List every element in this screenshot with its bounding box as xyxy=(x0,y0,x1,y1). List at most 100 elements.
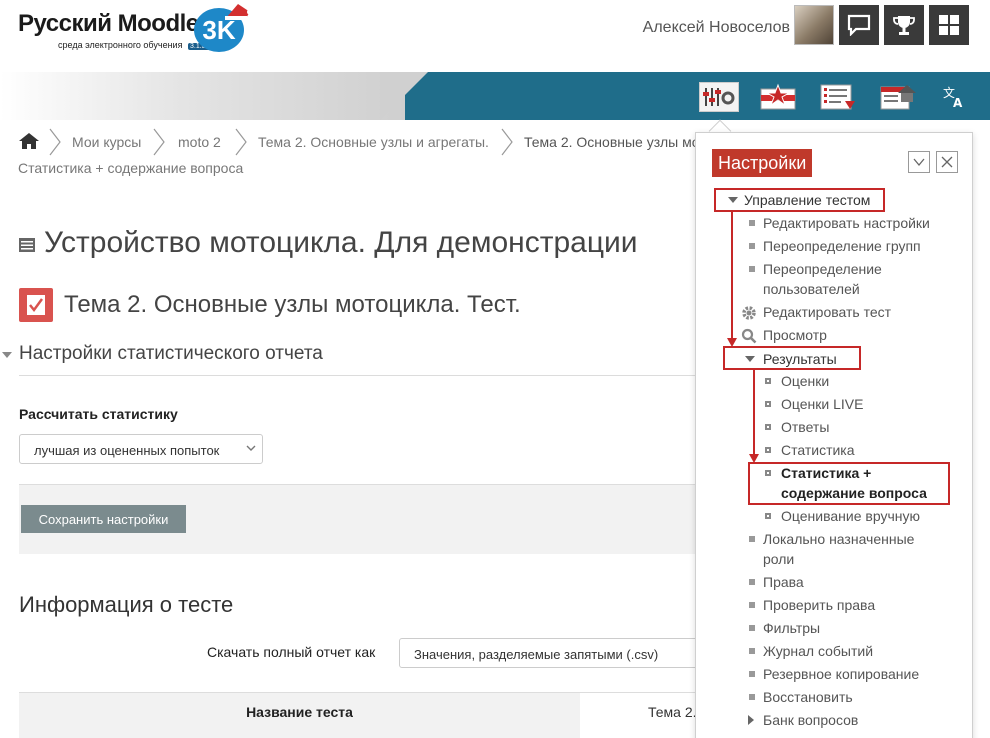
user-name[interactable]: Алексей Новоселов xyxy=(643,19,790,37)
quiz-info-table: Название теста Тема 2. xyxy=(19,692,699,738)
tree-group-overrides[interactable]: Переопределение групп xyxy=(763,236,921,256)
bullet-icon xyxy=(749,266,755,272)
chevron-down-icon xyxy=(913,158,925,167)
apps-grid-icon xyxy=(939,15,959,35)
bullet-icon xyxy=(749,671,755,677)
messages-button[interactable] xyxy=(839,5,879,45)
settings-sliders-icon xyxy=(703,88,735,106)
quiz-icon xyxy=(19,288,53,322)
tree-local-roles[interactable]: Локально назначенные xyxy=(763,529,914,549)
tree-responses[interactable]: Ответы xyxy=(781,417,829,437)
tree-local-roles-line2[interactable]: роли xyxy=(763,549,794,569)
breadcrumb-separator xyxy=(49,128,61,156)
breadcrumb-course[interactable]: moto 2 xyxy=(178,134,221,150)
popup-dock-button[interactable] xyxy=(908,151,930,173)
gear-icon xyxy=(742,306,756,320)
tree-check-permissions[interactable]: Проверить права xyxy=(763,595,875,615)
tree-grades-live[interactable]: Оценки LIVE xyxy=(781,394,863,414)
course-home-button[interactable] xyxy=(878,82,918,112)
highlight-quiz-administration xyxy=(714,188,885,212)
badges-button[interactable] xyxy=(758,82,798,112)
language-button[interactable]: 文 A xyxy=(934,82,974,112)
calculate-stats-label: Рассчитать статистику xyxy=(19,406,178,422)
tree-edit-quiz[interactable]: Редактировать тест xyxy=(763,302,891,322)
save-settings-button[interactable]: Сохранить настройки xyxy=(21,505,186,533)
bullet-icon xyxy=(749,220,755,226)
logo-subtitle: среда электронного обучения 3.1.3b xyxy=(58,40,212,50)
achievements-button[interactable] xyxy=(884,5,924,45)
download-format-select[interactable]: Значения, разделяемые запятыми (.csv) xyxy=(399,638,699,668)
bullet-icon xyxy=(749,579,755,585)
grades-button[interactable] xyxy=(818,82,858,112)
bullet-icon xyxy=(749,625,755,631)
translate-icon: 文 A xyxy=(943,85,963,110)
gradebook-list-icon xyxy=(820,84,855,110)
course-icon xyxy=(19,238,35,252)
quiz-info-heading: Информация о тесте xyxy=(19,592,234,617)
tree-logs[interactable]: Журнал событий xyxy=(763,641,873,661)
highlight-results xyxy=(723,346,861,370)
bullet-icon xyxy=(749,602,755,608)
search-icon xyxy=(741,328,757,344)
bullet-icon xyxy=(765,513,771,519)
trophy-icon xyxy=(893,16,915,35)
messages-icon xyxy=(847,14,871,36)
tree-grades[interactable]: Оценки xyxy=(781,371,829,391)
breadcrumb-separator xyxy=(501,128,513,156)
site-logo[interactable]: Русский Moodle среда электронного обучен… xyxy=(18,4,258,58)
settings-popup: Настройки Управление тестом Редактироват… xyxy=(695,132,973,738)
nav-band-left xyxy=(0,72,405,120)
breadcrumb-topic[interactable]: Тема 2. Основные узлы и агрегаты. xyxy=(258,134,489,150)
bullet-icon xyxy=(749,536,755,542)
breadcrumb-quiz[interactable]: Тема 2. Основные узлы мо xyxy=(524,134,700,150)
highlight-statistics-question-content xyxy=(748,462,950,505)
star-certificate-icon xyxy=(760,83,796,110)
bullet-icon xyxy=(765,401,771,407)
breadcrumb-separator xyxy=(153,128,165,156)
breadcrumb-separator xyxy=(235,128,247,156)
section-divider xyxy=(19,375,699,376)
calculate-stats-select[interactable]: лучшая из оцененных попыток xyxy=(19,434,263,464)
breadcrumb-current: Статистика + содержание вопроса xyxy=(18,160,244,176)
close-icon xyxy=(941,156,953,168)
form-actions: Сохранить настройки xyxy=(19,484,699,554)
section-collapse-icon[interactable] xyxy=(2,352,12,358)
tree-permissions[interactable]: Права xyxy=(763,572,804,592)
home-icon[interactable] xyxy=(18,132,40,150)
site-header: Русский Moodle среда электронного обучен… xyxy=(0,0,990,72)
download-report-label: Скачать полный отчет как xyxy=(207,644,376,660)
quiz-title: Тема 2. Основные узлы мотоцикла. Тест. xyxy=(64,291,521,318)
tree-user-overrides-line2[interactable]: пользователей xyxy=(763,279,860,299)
tree-restore[interactable]: Восстановить xyxy=(763,687,853,707)
chevron-down-icon xyxy=(246,445,256,451)
tree-manual-grading[interactable]: Оценивание вручную xyxy=(781,506,920,526)
avatar[interactable] xyxy=(794,5,834,45)
apps-menu-button[interactable] xyxy=(929,5,969,45)
tree-filters[interactable]: Фильтры xyxy=(763,618,820,638)
bullet-icon xyxy=(765,447,771,453)
popup-close-button[interactable] xyxy=(936,151,958,173)
logo-title: Русский Moodle xyxy=(18,10,199,37)
santa-hat-icon xyxy=(225,4,252,20)
collapse-icon xyxy=(748,715,754,725)
settings-toggle-button[interactable] xyxy=(699,82,739,112)
nav-band-slant xyxy=(380,72,428,120)
tree-edit-settings[interactable]: Редактировать настройки xyxy=(763,213,930,233)
bullet-icon xyxy=(749,694,755,700)
svg-text:A: A xyxy=(953,96,963,110)
tree-statistics[interactable]: Статистика xyxy=(781,440,855,460)
section-title[interactable]: Настройки статистического отчета xyxy=(19,343,323,365)
bullet-icon xyxy=(765,378,771,384)
table-cell-quiz-name: Тема 2. xyxy=(648,704,697,720)
bullet-icon xyxy=(749,648,755,654)
breadcrumb-my-courses[interactable]: Мои курсы xyxy=(72,134,141,150)
calculate-stats-value: лучшая из оцененных попыток xyxy=(34,443,220,458)
bullet-icon xyxy=(749,243,755,249)
tree-question-bank[interactable]: Банк вопросов xyxy=(763,710,858,730)
tree-preview[interactable]: Просмотр xyxy=(763,325,827,345)
logo-subtitle-text: среда электронного обучения xyxy=(58,40,183,50)
tree-user-overrides[interactable]: Переопределение xyxy=(763,259,882,279)
tree-backup[interactable]: Резервное копирование xyxy=(763,664,919,684)
popup-title: Настройки xyxy=(712,149,813,177)
download-format-value: Значения, разделяемые запятыми (.csv) xyxy=(414,647,659,662)
